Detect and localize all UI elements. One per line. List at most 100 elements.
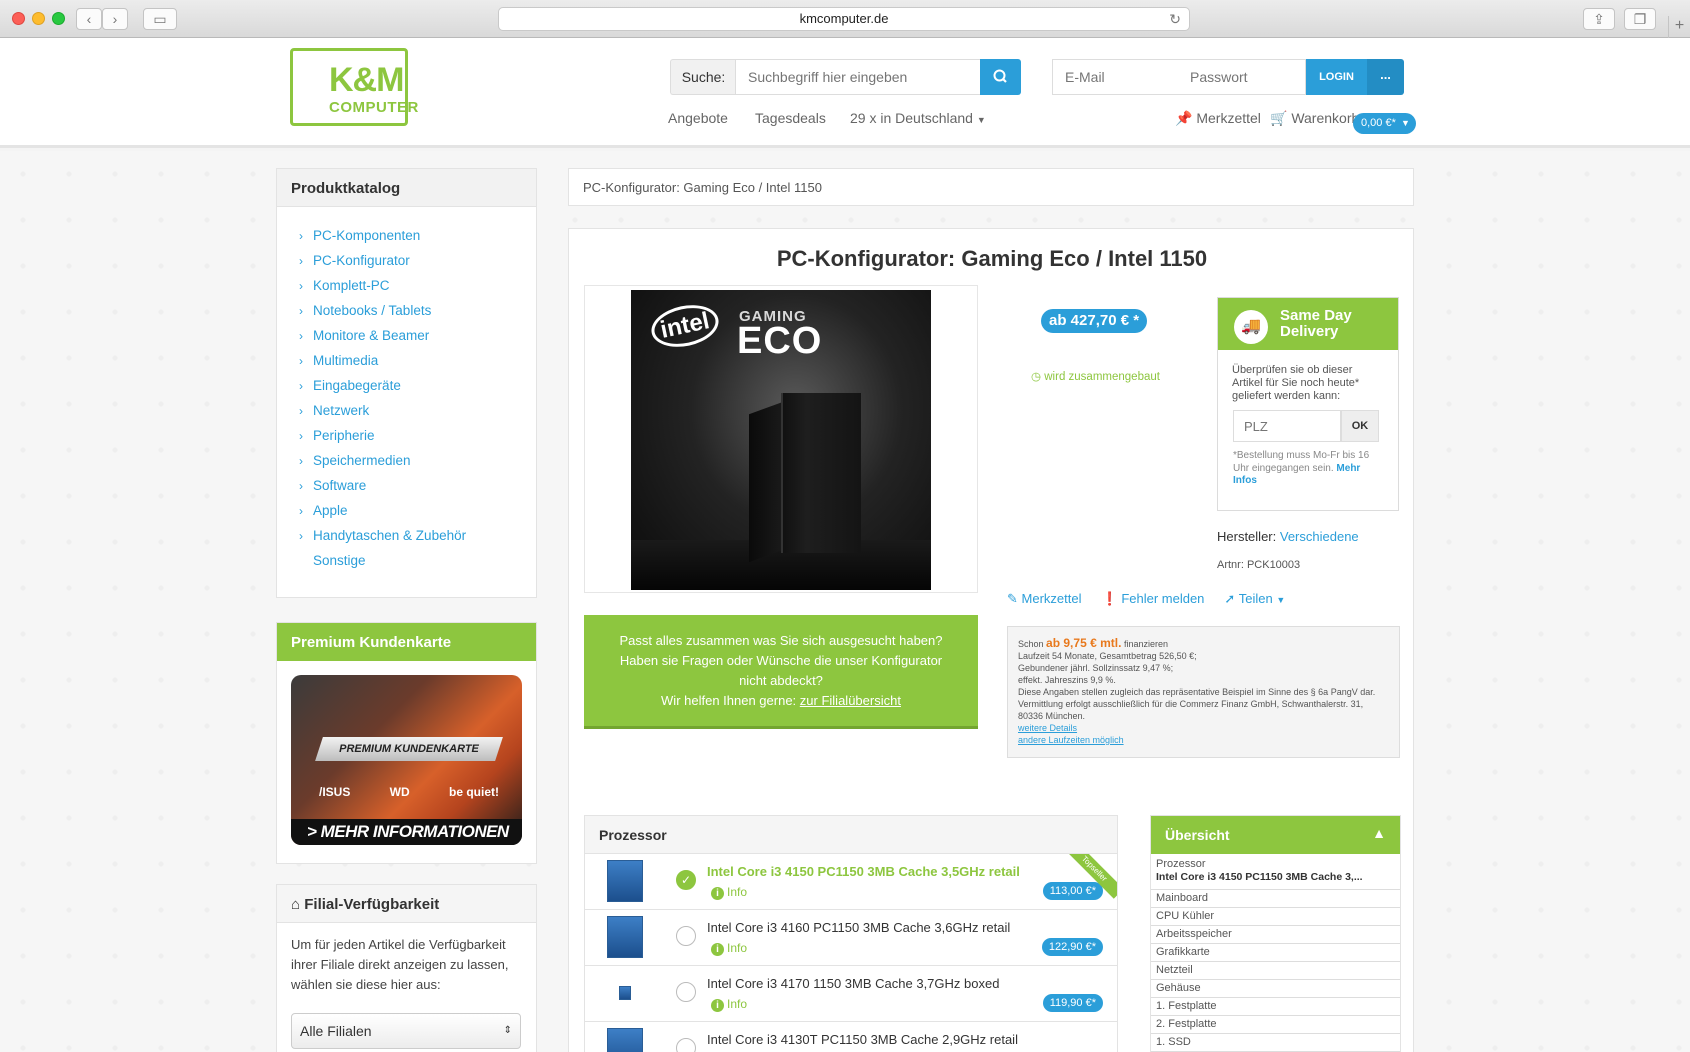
sidebar-item-label: PC-Konfigurator xyxy=(313,253,410,268)
sidebar-item[interactable]: › Netzwerk xyxy=(299,398,536,423)
url-text: kmcomputer.de xyxy=(799,11,889,26)
overview-item[interactable]: Arbeitsspeicher xyxy=(1151,926,1400,944)
processor-title: Prozessor xyxy=(585,816,1117,854)
financing-terms-link[interactable]: andere Laufzeiten möglich xyxy=(1018,734,1389,746)
intel-logo: intel xyxy=(647,299,723,353)
branch-overview-link[interactable]: zur Filialübersicht xyxy=(800,693,901,708)
manufacturer-link[interactable]: Verschiedene xyxy=(1280,529,1359,544)
tabs-button[interactable]: ❐ xyxy=(1624,8,1656,30)
overview-item[interactable]: 2. Festplatte xyxy=(1151,1016,1400,1034)
share-icon: ➚ xyxy=(1224,591,1236,606)
zoom-window-button[interactable] xyxy=(52,12,65,25)
nav-locations-dropdown[interactable]: 29 x in Deutschland ▼ xyxy=(850,110,986,126)
sidebar-item[interactable]: › Peripherie xyxy=(299,423,536,448)
processor-option[interactable]: ✓ Intel Core i3 4150 PC1150 3MB Cache 3,5… xyxy=(585,854,1117,910)
premium-card-banner[interactable]: PREMIUM KUNDENKARTE /ISUS WD be quiet! >… xyxy=(291,675,522,845)
overview-item[interactable]: 1. Festplatte xyxy=(1151,998,1400,1016)
manufacturer-row: Hersteller: Verschiedene xyxy=(1217,529,1359,544)
product-thumbnail xyxy=(607,916,643,958)
option-info-link[interactable]: i Info xyxy=(711,997,747,1012)
email-field[interactable] xyxy=(1052,59,1179,95)
overview-item[interactable]: 1. SSD xyxy=(1151,1034,1400,1052)
sidebar-item[interactable]: › Handytaschen & Zubehör xyxy=(299,523,536,548)
overview-item[interactable]: CPU Kühler xyxy=(1151,908,1400,926)
more-login-options-button[interactable]: ... xyxy=(1367,59,1404,95)
wd-logo: WD xyxy=(389,785,410,799)
overview-item[interactable]: Gehäuse xyxy=(1151,980,1400,998)
report-error-action[interactable]: ❗ Fehler melden xyxy=(1102,591,1205,607)
financing-details-link[interactable]: weitere Details xyxy=(1018,722,1389,734)
help-line-2: Haben sie Fragen oder Wünsche die unser … xyxy=(619,653,943,688)
overview-item[interactable]: Grafikkarte xyxy=(1151,944,1400,962)
sidebar-item[interactable]: › Speichermedien xyxy=(299,448,536,473)
option-info-link[interactable]: i Info xyxy=(711,941,747,956)
forward-button[interactable]: › xyxy=(102,8,128,30)
product-image[interactable]: intel GAMING ECO xyxy=(631,290,931,590)
sidebar-item[interactable]: Sonstige xyxy=(299,548,536,573)
share-button[interactable]: ⇪ xyxy=(1583,8,1615,30)
option-name: Intel Core i3 4160 PC1150 3MB Cache 3,6G… xyxy=(707,920,1011,935)
share-action[interactable]: ➚ Teilen ▼ xyxy=(1224,591,1285,607)
search-button[interactable] xyxy=(980,59,1021,95)
sidebar-item[interactable]: › Multimedia xyxy=(299,348,536,373)
site-logo[interactable]: K&M COMPUTER xyxy=(290,48,418,126)
option-radio[interactable] xyxy=(676,982,696,1002)
option-price: 113,00 €* xyxy=(1042,882,1103,900)
merkzettel-label: Merkzettel xyxy=(1196,110,1261,126)
login-button[interactable]: LOGIN xyxy=(1306,59,1367,95)
plz-ok-button[interactable]: OK xyxy=(1341,410,1379,442)
nav-tagesdeals[interactable]: Tagesdeals xyxy=(755,110,826,126)
chevron-right-icon: › xyxy=(299,478,303,493)
overview-item[interactable]: Netzteil xyxy=(1151,962,1400,980)
minimize-window-button[interactable] xyxy=(32,12,45,25)
close-window-button[interactable] xyxy=(12,12,25,25)
merkzettel-action[interactable]: ✎ Merkzettel xyxy=(1007,591,1082,607)
help-box: Passt alles zusammen was Sie sich ausges… xyxy=(584,615,978,729)
overview-header[interactable]: Übersicht ▲ xyxy=(1151,816,1400,854)
address-bar[interactable]: kmcomputer.de ↻ xyxy=(498,7,1190,31)
image-tower xyxy=(781,393,861,553)
processor-option[interactable]: Intel Core i3 4130T PC1150 3MB Cache 2,9… xyxy=(585,1022,1117,1052)
same-day-header: 🚚 Same Day Delivery xyxy=(1218,298,1398,350)
sidebar-item[interactable]: › Apple xyxy=(299,498,536,523)
option-radio[interactable] xyxy=(676,1038,696,1052)
new-tab-button[interactable]: + xyxy=(1668,16,1690,38)
home-icon: ⌂ xyxy=(291,896,301,913)
chevron-up-icon[interactable]: ▲ xyxy=(1372,825,1386,841)
sidebar-item[interactable]: › Monitore & Beamer xyxy=(299,323,536,348)
sidebar-item-label: Speichermedien xyxy=(313,453,411,468)
overview-item[interactable]: Mainboard xyxy=(1151,890,1400,908)
sidebar-item[interactable]: › Software xyxy=(299,473,536,498)
reload-icon[interactable]: ↻ xyxy=(1169,8,1181,30)
logo-text-km: K&M xyxy=(329,61,404,99)
back-button[interactable]: ‹ xyxy=(76,8,102,30)
cart-link[interactable]: 🛒 Warenkorb xyxy=(1270,110,1359,127)
sidebar-toggle-button[interactable]: ▭ xyxy=(143,8,177,30)
tabs-icon: ❐ xyxy=(1633,11,1647,27)
processor-option[interactable]: Intel Core i3 4170 1150 3MB Cache 3,7GHz… xyxy=(585,966,1117,1022)
sidebar-item[interactable]: › PC-Komponenten xyxy=(299,223,536,248)
nav-angebote[interactable]: Angebote xyxy=(668,110,728,126)
option-radio[interactable] xyxy=(676,926,696,946)
sidebar-item[interactable]: › Notebooks / Tablets xyxy=(299,298,536,323)
more-info-cta[interactable]: > MEHR INFORMATIONEN xyxy=(291,819,522,845)
option-info-link[interactable]: i Info xyxy=(711,885,747,900)
branch-select[interactable]: Alle Filialen ⇕ xyxy=(291,1013,521,1049)
merkzettel-link[interactable]: 📌 Merkzettel xyxy=(1175,110,1261,127)
password-field[interactable] xyxy=(1178,59,1306,95)
option-name: Intel Core i3 4130T PC1150 3MB Cache 2,9… xyxy=(707,1032,1018,1047)
plz-input[interactable] xyxy=(1233,410,1341,442)
sidebar-item[interactable]: › PC-Konfigurator xyxy=(299,248,536,273)
option-radio[interactable]: ✓ xyxy=(676,870,696,890)
financing-box: Schon ab 9,75 € mtl. finanzieren Laufzei… xyxy=(1007,626,1400,758)
same-day-delivery-box: 🚚 Same Day Delivery Überprüfen sie ob di… xyxy=(1217,297,1399,511)
processor-option[interactable]: Intel Core i3 4160 PC1150 3MB Cache 3,6G… xyxy=(585,910,1117,966)
sidebar-item[interactable]: › Eingabegeräte xyxy=(299,373,536,398)
chevron-right-icon: › xyxy=(299,278,303,293)
search-input[interactable] xyxy=(735,59,980,95)
option-price: 122,90 €* xyxy=(1041,938,1103,956)
chevron-right-icon: › xyxy=(299,453,303,468)
sidebar-item[interactable]: › Komplett-PC xyxy=(299,273,536,298)
cart-total-badge[interactable]: 0,00 €* ▼ xyxy=(1353,113,1416,134)
search-label: Suche: xyxy=(670,59,736,95)
